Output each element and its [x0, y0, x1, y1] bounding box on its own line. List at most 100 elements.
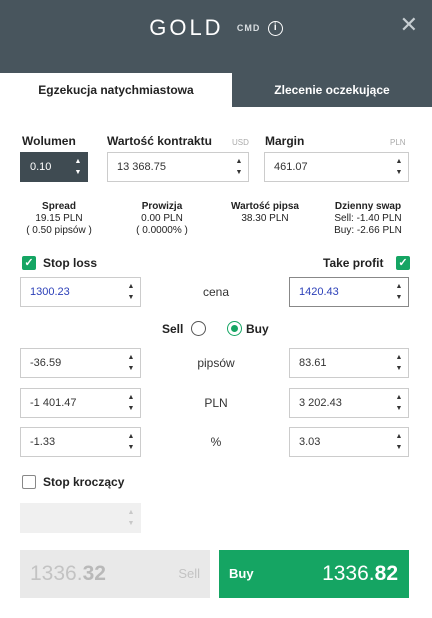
swap-buy: Buy: -2.66 PLN [334, 225, 402, 236]
contract-label: Wartość kontraktu [107, 134, 212, 148]
commission-percent: ( 0.0000% ) [136, 225, 188, 236]
spin-down-icon[interactable]: ▼ [126, 292, 136, 303]
spin-up-icon: ▲ [127, 509, 135, 516]
stop-loss-price-input[interactable]: 1300.23 ▲ ▼ [20, 277, 141, 307]
margin-label: Margin [265, 134, 305, 148]
spread-title: Spread [42, 201, 76, 212]
spin-down-icon[interactable]: ▼ [394, 363, 404, 374]
contract-value-field[interactable]: 13 368.75 ▲ ▼ [107, 152, 249, 182]
volume-value: 0.10 [30, 161, 52, 173]
buy-price-main: 1336. [322, 562, 375, 585]
volume-stepper[interactable]: 0.10 ▲ ▼ [20, 152, 88, 182]
take-profit-label: Take profit [323, 256, 384, 270]
header-bar: GOLD CMD i ✕ [0, 0, 432, 73]
margin-spin[interactable]: ▲ ▼ [394, 156, 404, 178]
pip-value: 38.30 PLN [241, 213, 289, 224]
spin-up-icon[interactable]: ▲ [126, 352, 136, 363]
sell-button[interactable]: 1336.32 Sell [20, 550, 210, 598]
trailing-stop-label: Stop kroczący [43, 475, 125, 489]
commission-value: 0.00 PLN [141, 213, 183, 224]
pip-value-title: Wartość pipsa [231, 201, 299, 212]
spin-up-icon[interactable]: ▲ [126, 281, 136, 292]
sell-price: 1336.32 [30, 550, 106, 598]
take-profit-checkbox[interactable]: ✓ [396, 256, 410, 270]
stop-loss-price-spin[interactable]: ▲ ▼ [126, 281, 136, 303]
buy-button-label: Buy [229, 566, 254, 581]
spin-up-icon[interactable]: ▲ [234, 156, 244, 167]
spin-down-icon[interactable]: ▼ [234, 167, 244, 178]
swap-sell: Sell: -1.40 PLN [334, 213, 402, 224]
spin-down-icon[interactable]: ▼ [126, 442, 136, 453]
spin-up-icon[interactable]: ▲ [126, 431, 136, 442]
spin-down-icon[interactable]: ▼ [126, 403, 136, 414]
pln-row-label: PLN [204, 396, 228, 410]
close-icon[interactable]: ✕ [400, 12, 418, 38]
swap-title: Dzienny swap [334, 201, 402, 212]
instrument-type-tag: CMD [236, 23, 261, 33]
spin-up-icon[interactable]: ▲ [394, 156, 404, 167]
instrument-title: GOLD CMD i [0, 15, 432, 41]
stop-loss-pips-spin[interactable]: ▲ ▼ [126, 352, 136, 374]
buy-price-big: 82 [374, 562, 398, 585]
commission-stat: Prowizja 0.00 PLN ( 0.0000% ) [112, 201, 212, 237]
take-profit-pips-input[interactable]: 83.61 ▲ ▼ [289, 348, 409, 378]
sell-radio[interactable] [191, 321, 206, 336]
tab-instant-execution[interactable]: Egzekucja natychmiastowa [0, 73, 232, 107]
contract-spin[interactable]: ▲ ▼ [234, 156, 244, 178]
take-profit-pln: 3 202.43 [299, 397, 342, 409]
trailing-stop-input: ▲ ▼ [20, 503, 141, 533]
take-profit-price-spin[interactable]: ▲ ▼ [394, 281, 404, 303]
sell-price-main: 1336. [30, 562, 83, 585]
take-profit-pln-spin[interactable]: ▲ ▼ [394, 392, 404, 414]
stop-loss-pln-spin[interactable]: ▲ ▼ [126, 392, 136, 414]
take-profit-pln-input[interactable]: 3 202.43 ▲ ▼ [289, 388, 409, 418]
spin-up-icon[interactable]: ▲ [73, 156, 83, 167]
spread-value: 19.15 PLN [35, 213, 83, 224]
take-profit-pips: 83.61 [299, 357, 327, 369]
spin-up-icon[interactable]: ▲ [126, 392, 136, 403]
spin-down-icon[interactable]: ▼ [126, 363, 136, 374]
commission-title: Prowizja [141, 201, 183, 212]
price-row-label: cena [202, 285, 230, 299]
spin-down-icon[interactable]: ▼ [394, 167, 404, 178]
stop-loss-pips-input[interactable]: -36.59 ▲ ▼ [20, 348, 141, 378]
spin-down-icon[interactable]: ▼ [394, 292, 404, 303]
spin-down-icon[interactable]: ▼ [394, 442, 404, 453]
spin-up-icon[interactable]: ▲ [394, 281, 404, 292]
margin-unit: PLN [390, 138, 406, 147]
pip-value-stat: Wartość pipsa 38.30 PLN [215, 201, 315, 225]
spread-pips: ( 0.50 pipsów ) [26, 225, 92, 236]
take-profit-price: 1420.43 [299, 286, 339, 298]
spin-up-icon[interactable]: ▲ [394, 431, 404, 442]
take-profit-percent-input[interactable]: 3.03 ▲ ▼ [289, 427, 409, 457]
stop-loss-checkbox[interactable]: ✓ [22, 256, 36, 270]
trailing-stop-checkbox[interactable] [22, 475, 36, 489]
stop-loss-pips: -36.59 [30, 357, 62, 369]
stop-loss-pln: -1 401.47 [30, 397, 77, 409]
sell-price-big: 32 [82, 562, 106, 585]
spin-up-icon[interactable]: ▲ [394, 392, 404, 403]
margin-field[interactable]: 461.07 ▲ ▼ [264, 152, 409, 182]
info-icon[interactable]: i [267, 20, 283, 36]
buy-radio[interactable] [227, 321, 242, 336]
tab-pending-order[interactable]: Zlecenie oczekujące [232, 73, 432, 107]
percent-row-label: % [210, 435, 222, 449]
take-profit-percent-spin[interactable]: ▲ ▼ [394, 431, 404, 453]
instrument-symbol: GOLD [149, 15, 224, 40]
spin-down-icon[interactable]: ▼ [73, 167, 83, 178]
take-profit-pips-spin[interactable]: ▲ ▼ [394, 352, 404, 374]
spread-stat: Spread 19.15 PLN ( 0.50 pipsów ) [9, 201, 109, 237]
take-profit-price-input[interactable]: 1420.43 ▲ ▼ [289, 277, 409, 307]
sell-button-label: Sell [178, 566, 200, 581]
swap-stat: Dzienny swap Sell: -1.40 PLN Buy: -2.66 … [318, 201, 418, 237]
contract-unit: USD [232, 138, 249, 147]
stop-loss-percent-spin[interactable]: ▲ ▼ [126, 431, 136, 453]
buy-button[interactable]: Buy 1336.82 [219, 550, 409, 598]
spin-down-icon[interactable]: ▼ [394, 403, 404, 414]
volume-spin[interactable]: ▲ ▼ [73, 156, 83, 178]
stop-loss-pln-input[interactable]: -1 401.47 ▲ ▼ [20, 388, 141, 418]
trailing-stop-spin: ▲ ▼ [126, 507, 136, 529]
stop-loss-label: Stop loss [43, 256, 98, 270]
stop-loss-percent-input[interactable]: -1.33 ▲ ▼ [20, 427, 141, 457]
spin-up-icon[interactable]: ▲ [394, 352, 404, 363]
